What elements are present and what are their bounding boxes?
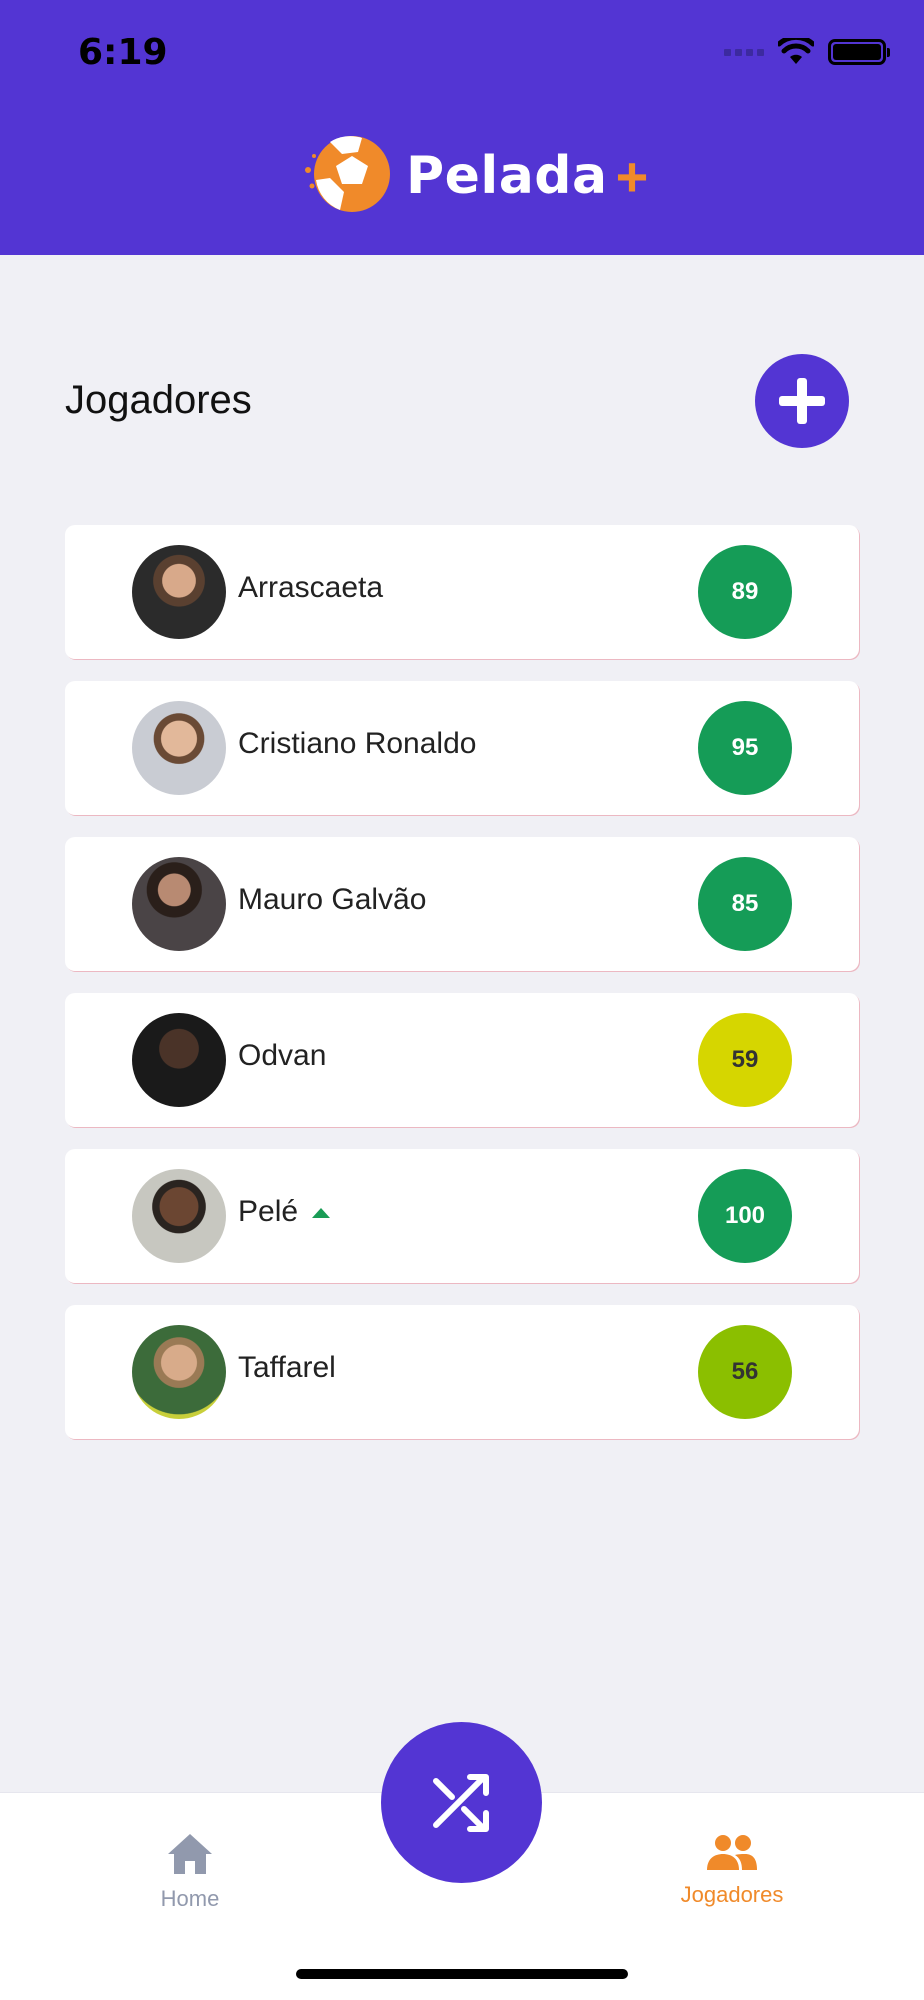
player-avatar: [132, 1325, 226, 1419]
player-score-badge: 95: [698, 701, 792, 795]
people-icon: [707, 1835, 757, 1870]
app-name-plus: +: [615, 144, 649, 208]
status-icons: [724, 38, 890, 66]
home-indicator: [296, 1969, 628, 1979]
player-name: Pelé: [238, 1195, 331, 1229]
player-name: Mauro Galvão: [238, 883, 427, 916]
player-card[interactable]: Arrascaeta 89: [65, 525, 859, 659]
player-name: Cristiano Ronaldo: [238, 727, 477, 760]
player-name: Taffarel: [238, 1351, 336, 1384]
player-score-badge: 100: [698, 1169, 792, 1263]
app-name: Pelada: [406, 146, 608, 206]
page-title: Jogadores: [65, 378, 252, 422]
player-card[interactable]: Odvan 59: [65, 993, 859, 1127]
player-card[interactable]: Pelé 100: [65, 1149, 859, 1283]
tab-jogadores-label: Jogadores: [680, 1882, 784, 1907]
player-score-badge: 56: [698, 1325, 792, 1419]
plus-icon: [779, 378, 825, 424]
battery-icon: [828, 39, 890, 65]
shuffle-icon: [432, 1773, 489, 1832]
player-avatar: [132, 701, 226, 795]
player-score-badge: 89: [698, 545, 792, 639]
soccer-ball-icon: [305, 136, 390, 212]
player-avatar: [132, 1169, 226, 1263]
player-name: Odvan: [238, 1039, 327, 1072]
player-card[interactable]: Cristiano Ronaldo 95: [65, 681, 859, 815]
player-name: Arrascaeta: [238, 571, 384, 604]
app-header: 6:19 Pelada +: [0, 0, 924, 255]
player-avatar: [132, 545, 226, 639]
shuffle-teams-button[interactable]: [381, 1722, 542, 1883]
player-avatar: [132, 1013, 226, 1107]
cellular-signal-icon: [724, 48, 764, 56]
status-time: 6:19: [78, 32, 168, 73]
player-list: Arrascaeta 89 Cristiano Ronaldo 95 Mauro…: [65, 525, 859, 1461]
player-name-text: Pelé: [238, 1195, 299, 1228]
tab-home[interactable]: Home: [110, 1832, 270, 1912]
player-card[interactable]: Mauro Galvão 85: [65, 837, 859, 971]
tab-home-label: Home: [160, 1886, 220, 1911]
app-logo: Pelada +: [300, 130, 648, 222]
player-avatar: [132, 857, 226, 951]
wifi-icon: [778, 38, 814, 64]
trend-up-icon: [312, 1208, 331, 1219]
player-score-badge: 85: [698, 857, 792, 951]
tab-jogadores[interactable]: Jogadores: [652, 1832, 812, 1908]
player-score-badge: 59: [698, 1013, 792, 1107]
player-card[interactable]: Taffarel 56: [65, 1305, 859, 1439]
add-player-button[interactable]: [755, 354, 849, 448]
home-icon: [168, 1834, 212, 1874]
